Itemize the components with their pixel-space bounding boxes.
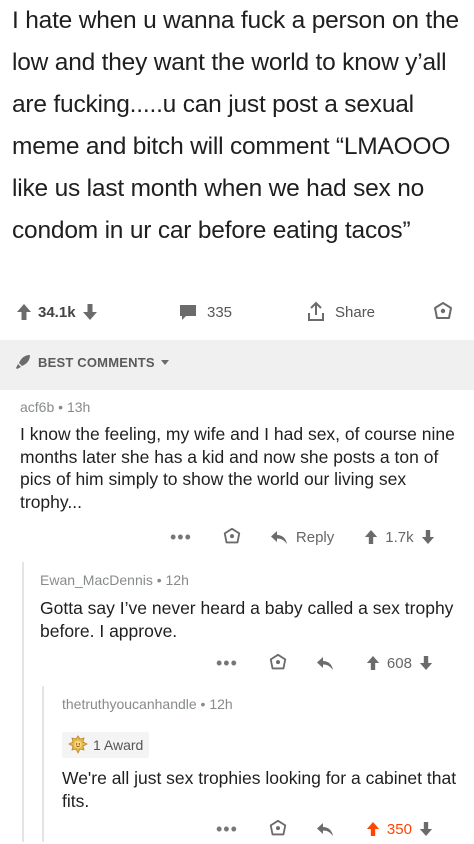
comment-body: Gotta say I’ve never heard a baby called… [40, 598, 454, 641]
best-comments-label: BEST COMMENTS [38, 354, 155, 370]
comment-score: 608 [386, 654, 412, 672]
post-text: I hate when u wanna fuck a person on the… [12, 7, 459, 244]
award-icon[interactable] [268, 819, 288, 839]
comment-score: 350 [386, 820, 412, 838]
thread-line[interactable] [42, 686, 44, 842]
rocket-icon [16, 355, 30, 369]
more-options-icon[interactable]: ••• [170, 527, 192, 548]
thread-line[interactable] [22, 562, 24, 842]
comment-2: Ewan_MacDennis • 12h Gotta say I’ve neve… [40, 572, 460, 642]
comment-3-meta: thetruthyoucanhandle • 12h [62, 696, 233, 712]
comment-time: 12h [165, 572, 189, 588]
post-share-button[interactable]: Share [306, 292, 375, 332]
upvote-icon[interactable] [364, 529, 378, 545]
post-action-bar: 34.1k 335 Share [0, 292, 474, 332]
award-icon [434, 302, 452, 319]
comment-score: 1.7k [385, 528, 414, 546]
award-icon[interactable] [222, 527, 242, 547]
comment-time: 12h [209, 696, 233, 712]
reply-icon[interactable] [316, 821, 334, 837]
upvote-icon[interactable] [366, 655, 380, 671]
award-icon[interactable] [268, 653, 288, 673]
post-award-button[interactable] [432, 292, 454, 332]
more-options-icon[interactable]: ••• [216, 819, 238, 840]
upvote-icon-active[interactable] [366, 821, 380, 837]
more-options-icon[interactable]: ••• [216, 653, 238, 674]
comment-1-meta: acf6b • 13h [20, 399, 91, 415]
comment-1-actions: ••• Reply 1.7k [170, 522, 435, 552]
comment-3: thetruthyoucanhandle • 12h [62, 696, 462, 712]
award-medal-icon [68, 735, 88, 754]
post-vote-group: 34.1k [16, 292, 98, 332]
comment-time: 13h [66, 399, 91, 415]
comment-body: I know the feeling, my wife and I had se… [20, 424, 455, 512]
comment-author[interactable]: acf6b [20, 399, 54, 415]
downvote-icon[interactable] [419, 821, 433, 837]
comment-body: We're all just sex trophies looking for … [62, 768, 457, 811]
reply-label[interactable]: Reply [296, 529, 334, 546]
award-label: 1 Award [93, 737, 144, 753]
post-comments-button[interactable]: 335 [178, 292, 232, 332]
comment-3-actions: ••• 350 [216, 814, 433, 844]
upvote-icon[interactable] [16, 303, 32, 321]
comment-author[interactable]: thetruthyoucanhandle [62, 696, 197, 712]
post-comment-count: 335 [207, 303, 233, 321]
share-label: Share [335, 303, 376, 321]
sort-best-comments[interactable]: BEST COMMENTS [14, 353, 170, 371]
post-upvote-count: 34.1k [38, 303, 76, 321]
downvote-icon[interactable] [419, 655, 433, 671]
share-icon [308, 301, 324, 321]
chevron-down-icon [160, 360, 169, 365]
reply-icon[interactable] [270, 529, 288, 545]
award-badge[interactable]: 1 Award [62, 732, 150, 758]
reply-icon[interactable] [316, 655, 334, 671]
comment-2-meta: Ewan_MacDennis • 12h [40, 572, 189, 588]
comment-author[interactable]: Ewan_MacDennis [40, 572, 153, 588]
downvote-icon[interactable] [421, 529, 435, 545]
comment-bubble-icon [180, 305, 196, 320]
comment-2-actions: ••• 608 [216, 648, 433, 678]
downvote-icon[interactable] [82, 303, 98, 321]
comment-1: acf6b • 13h I know the feeling, my wife … [20, 399, 460, 513]
